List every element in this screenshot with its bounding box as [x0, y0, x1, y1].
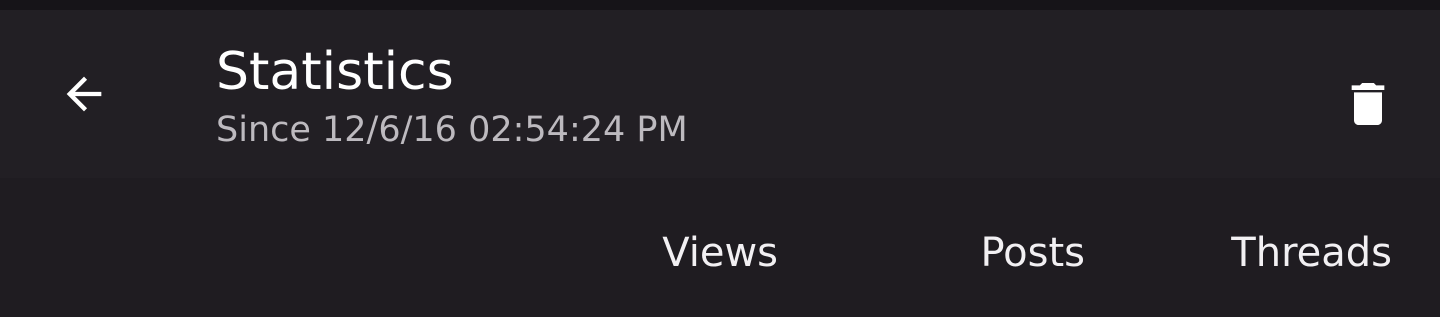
column-header-posts[interactable]: Posts [980, 228, 1085, 278]
app-bar: Statistics Since 12/6/16 02:54:24 PM [0, 10, 1440, 178]
status-bar [0, 0, 1440, 10]
page-subtitle: Since 12/6/16 02:54:24 PM [216, 110, 688, 150]
arrow-back-icon [66, 76, 102, 112]
page-title: Statistics [216, 42, 454, 102]
delete-button[interactable] [1328, 64, 1408, 144]
trash-icon [1351, 83, 1385, 125]
stats-column-header: Views Posts Threads [0, 178, 1440, 317]
title-block: Statistics Since 12/6/16 02:54:24 PM [216, 40, 688, 154]
column-header-views[interactable]: Views [662, 228, 778, 278]
column-header-threads[interactable]: Threads [1231, 228, 1392, 278]
back-button[interactable] [44, 58, 124, 130]
